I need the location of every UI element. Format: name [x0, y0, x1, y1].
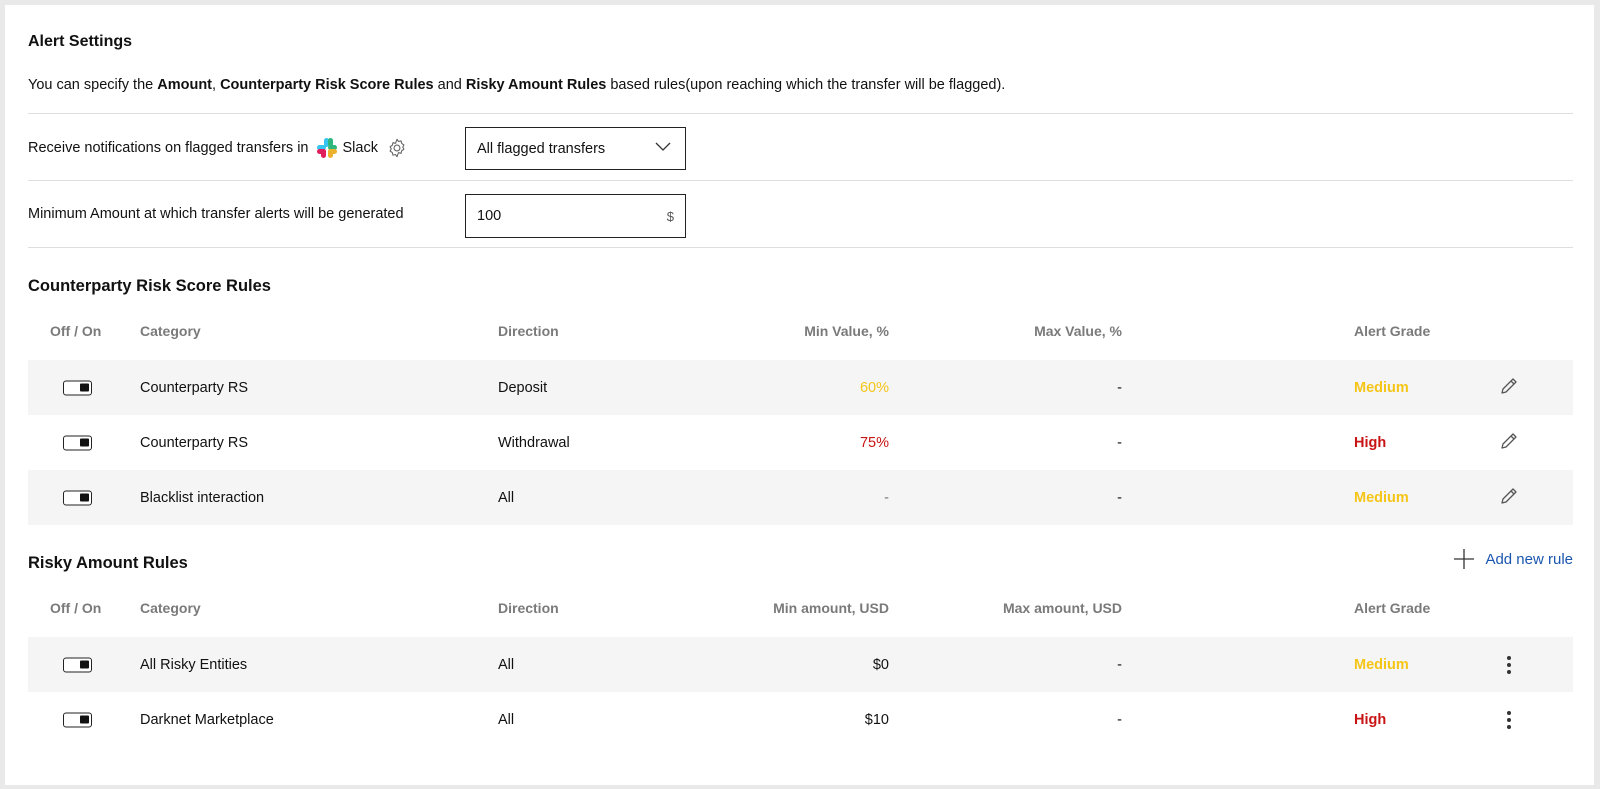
rule-category: Darknet Marketplace [140, 711, 274, 728]
desc-sep: , [212, 77, 221, 93]
rule-max-value: - [1117, 434, 1122, 451]
pencil-icon[interactable] [1498, 430, 1520, 456]
col-header-direction: Direction [498, 323, 559, 339]
rule-max-amount: - [1117, 656, 1122, 673]
desc-amount: Amount [157, 77, 213, 93]
rule-category: Blacklist interaction [140, 489, 265, 506]
col-header-grade: Alert Grade [1354, 323, 1431, 339]
col-header-grade: Alert Grade [1354, 600, 1431, 616]
table-row: Counterparty RS Withdrawal 75% - High [28, 415, 1573, 470]
rule-category: All Risky Entities [140, 656, 248, 673]
alert-settings-panel: Alert Settings You can specify the Amoun… [5, 5, 1594, 785]
minimum-amount-input[interactable]: 100 $ [465, 194, 686, 238]
table-row: Blacklist interaction All - - Medium [28, 470, 1573, 525]
pencil-icon[interactable] [1498, 485, 1520, 511]
notifications-label: Receive notifications on flagged transfe… [28, 140, 309, 156]
risky-amount-rules-title: Risky Amount Rules [28, 554, 188, 572]
col-header-max: Max Value, % [1034, 323, 1122, 339]
col-header-category: Category [140, 323, 201, 339]
rule-direction: All [498, 656, 515, 673]
rule-direction: Withdrawal [498, 434, 570, 451]
description-text: You can specify the Amount, Counterparty… [28, 77, 1005, 93]
add-new-rule-label: Add new rule [1485, 550, 1573, 568]
table-row: Darknet Marketplace All $10 - High [28, 692, 1573, 747]
desc-and: and [433, 77, 466, 93]
alert-grade: Medium [1354, 379, 1409, 396]
desc-counterparty: Counterparty Risk Score Rules [220, 77, 434, 93]
col-header-max: Max amount, USD [1002, 600, 1122, 616]
rule-toggle[interactable] [63, 435, 92, 450]
alert-grade: High [1354, 434, 1387, 451]
col-header-min: Min amount, USD [773, 600, 889, 616]
notifications-row: Receive notifications on flagged transfe… [28, 137, 408, 159]
col-header-min: Min Value, % [804, 323, 889, 339]
desc-end: based rules(upon reaching which the tran… [606, 77, 1006, 93]
rule-max-value: - [1117, 489, 1122, 506]
col-header-direction: Direction [498, 600, 559, 616]
counterparty-rules-title: Counterparty Risk Score Rules [28, 277, 271, 295]
minimum-amount-value: 100 [477, 208, 502, 224]
alert-grade: Medium [1354, 656, 1409, 673]
rule-max-amount: - [1117, 711, 1122, 728]
alert-grade: Medium [1354, 489, 1409, 506]
rule-toggle[interactable] [63, 657, 92, 672]
slack-icon [316, 138, 337, 158]
page-title: Alert Settings [28, 33, 133, 50]
chevron-down-icon [655, 142, 671, 151]
rule-toggle[interactable] [63, 380, 92, 395]
col-header-toggle: Off / On [50, 323, 102, 339]
slack-label: Slack [342, 140, 378, 156]
gear-icon[interactable] [386, 137, 408, 159]
desc-intro: You can specify the [28, 77, 158, 93]
notification-filter-value: All flagged transfers [477, 140, 606, 157]
rule-min-value: 75% [859, 434, 889, 451]
rule-toggle[interactable] [63, 490, 92, 505]
rule-min-value: - [884, 489, 889, 506]
desc-risky-amount: Risky Amount Rules [465, 77, 607, 93]
table-row: Counterparty RS Deposit 60% - Medium [28, 360, 1573, 415]
plus-icon [1454, 549, 1475, 569]
rule-min-amount: $10 [864, 711, 889, 728]
rule-min-amount: $0 [872, 656, 889, 673]
rule-min-value: 60% [859, 379, 889, 396]
col-header-toggle: Off / On [50, 600, 102, 616]
currency-unit: $ [666, 208, 674, 224]
divider [28, 113, 1573, 114]
rule-category: Counterparty RS [140, 434, 248, 451]
add-new-rule-button[interactable]: Add new rule [1453, 548, 1573, 570]
divider [28, 247, 1573, 248]
counterparty-table-header: Off / On Category Direction Min Value, %… [28, 316, 1573, 346]
table-row: All Risky Entities All $0 - Medium [28, 637, 1573, 692]
minimum-amount-label: Minimum Amount at which transfer alerts … [28, 206, 404, 222]
rule-direction: Deposit [498, 379, 548, 396]
col-header-category: Category [140, 600, 201, 616]
pencil-icon[interactable] [1498, 375, 1520, 401]
rule-direction: All [498, 489, 515, 506]
alert-grade: High [1354, 711, 1387, 728]
rule-max-value: - [1117, 379, 1122, 396]
rule-direction: All [498, 711, 515, 728]
rule-category: Counterparty RS [140, 379, 248, 396]
minimum-amount-row: Minimum Amount at which transfer alerts … [28, 206, 404, 222]
notification-filter-select[interactable]: All flagged transfers [465, 127, 686, 170]
risky-table-header: Off / On Category Direction Min amount, … [28, 593, 1573, 623]
rule-toggle[interactable] [63, 712, 92, 727]
divider [28, 180, 1573, 181]
